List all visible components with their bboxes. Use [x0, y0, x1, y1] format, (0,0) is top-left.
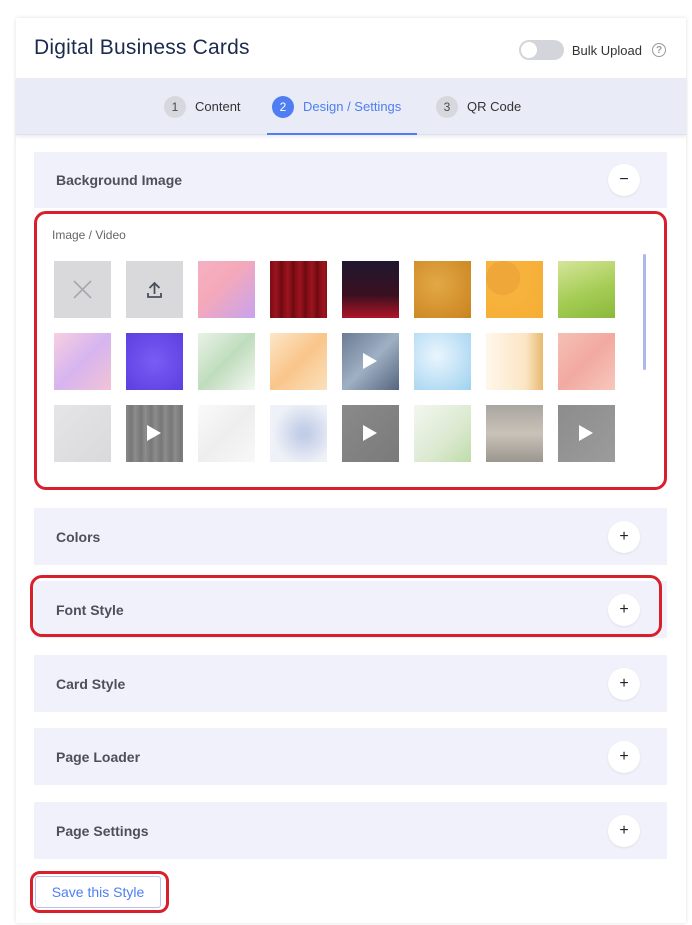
- background-tile-grid: [54, 261, 634, 466]
- expand-button[interactable]: +: [608, 741, 640, 773]
- expand-button[interactable]: +: [608, 668, 640, 700]
- section-colors[interactable]: Colors +: [34, 508, 667, 565]
- save-style-button[interactable]: Save this Style: [35, 876, 161, 908]
- section-page-settings[interactable]: Page Settings +: [34, 802, 667, 859]
- page-container: Digital Business Cards Bulk Upload ? 1 C…: [16, 18, 686, 923]
- help-icon[interactable]: ?: [652, 43, 666, 57]
- play-icon: [147, 425, 161, 441]
- section-title: Card Style: [56, 676, 126, 692]
- background-image-tile[interactable]: [270, 405, 327, 462]
- section-font-style[interactable]: Font Style +: [34, 581, 667, 638]
- play-icon: [579, 425, 593, 441]
- bulk-upload-toggle[interactable]: [518, 40, 564, 60]
- background-image-tile[interactable]: [558, 261, 615, 318]
- background-image-tile[interactable]: [270, 333, 327, 390]
- expand-button[interactable]: +: [608, 594, 640, 626]
- background-image-tile[interactable]: [198, 405, 255, 462]
- section-title: Page Settings: [56, 823, 149, 839]
- background-image-tile[interactable]: [486, 261, 543, 318]
- upload-icon: [147, 281, 162, 298]
- step-content[interactable]: 1 Content: [164, 78, 241, 135]
- expand-button[interactable]: +: [608, 521, 640, 553]
- background-image-tile[interactable]: [486, 333, 543, 390]
- section-page-loader[interactable]: Page Loader +: [34, 728, 667, 785]
- bulk-upload-label: Bulk Upload: [571, 42, 642, 58]
- section-title: Background Image: [56, 172, 183, 188]
- section-card-style[interactable]: Card Style +: [34, 655, 667, 712]
- background-video-tile[interactable]: [126, 405, 183, 462]
- section-title: Font Style: [56, 602, 124, 618]
- play-icon: [363, 353, 377, 369]
- section-title: Page Loader: [56, 749, 141, 765]
- collapse-button[interactable]: −: [608, 164, 640, 196]
- upload-tile[interactable]: [126, 261, 183, 318]
- step-design-settings[interactable]: 2 Design / Settings: [266, 78, 418, 135]
- background-image-tile[interactable]: [486, 405, 543, 462]
- background-video-tile[interactable]: [342, 333, 399, 390]
- background-image-tile[interactable]: [198, 261, 255, 318]
- background-image-tile[interactable]: [126, 333, 183, 390]
- play-icon: [363, 425, 377, 441]
- step-label: Content: [195, 99, 241, 114]
- media-label: Image / Video: [52, 228, 126, 242]
- expand-button[interactable]: +: [608, 815, 640, 847]
- background-image-tile[interactable]: [54, 333, 111, 390]
- toggle-knob: [520, 42, 537, 58]
- step-label: Design / Settings: [303, 99, 402, 114]
- bulk-upload-control: Bulk Upload ?: [518, 40, 666, 60]
- no-background-tile[interactable]: [54, 261, 111, 318]
- background-image-tile[interactable]: [54, 405, 111, 462]
- section-title: Colors: [56, 529, 101, 545]
- step-number: 2: [272, 95, 294, 118]
- background-image-tile[interactable]: [342, 261, 399, 318]
- header: Digital Business Cards Bulk Upload ?: [16, 18, 686, 78]
- background-image-tile[interactable]: [414, 261, 471, 318]
- background-video-tile[interactable]: [558, 405, 615, 462]
- step-qr-code[interactable]: 3 QR Code: [436, 78, 521, 135]
- step-number: 3: [436, 95, 458, 118]
- background-image-tile[interactable]: [270, 261, 327, 318]
- close-icon: [73, 280, 92, 299]
- background-image-tile[interactable]: [414, 333, 471, 390]
- stepper: 1 Content 2 Design / Settings 3 QR Code: [16, 78, 686, 135]
- grid-scrollbar[interactable]: [643, 254, 646, 370]
- section-background-image[interactable]: Background Image −: [34, 152, 667, 208]
- background-video-tile[interactable]: [342, 405, 399, 462]
- background-image-tile[interactable]: [558, 333, 615, 390]
- background-image-tile[interactable]: [198, 333, 255, 390]
- step-number: 1: [164, 95, 186, 118]
- page-title: Digital Business Cards: [34, 36, 250, 59]
- background-image-tile[interactable]: [414, 405, 471, 462]
- step-label: QR Code: [467, 99, 522, 114]
